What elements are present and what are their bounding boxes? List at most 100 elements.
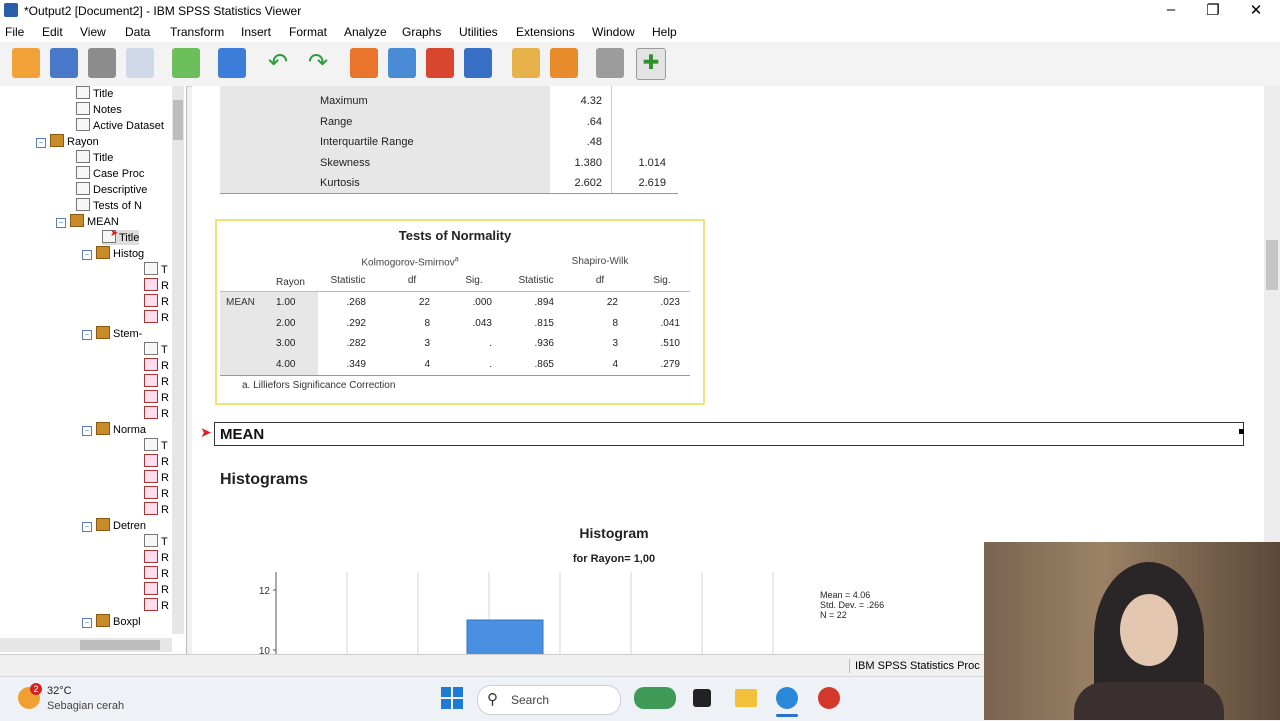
outline-item[interactable]: R (144, 278, 169, 293)
current-item-arrow-icon: ➤ (200, 424, 212, 440)
variables-icon[interactable] (464, 48, 492, 78)
outline-item[interactable]: Title (102, 230, 140, 245)
restore-icon[interactable]: ❐ (1198, 1, 1228, 19)
collapse-icon[interactable]: − (82, 522, 92, 532)
outline-item[interactable]: Title (76, 150, 113, 165)
taskbar-widget-icon[interactable] (634, 687, 676, 709)
export-icon[interactable] (172, 48, 200, 78)
collapse-icon[interactable]: − (82, 330, 92, 340)
outline-item[interactable]: − Boxpl (82, 614, 141, 629)
collapse-icon[interactable]: − (82, 250, 92, 260)
chrome-icon[interactable] (818, 687, 840, 709)
outline-item[interactable]: R (144, 390, 169, 405)
outline-item[interactable]: R (144, 358, 169, 373)
outline-item-label: R (161, 600, 169, 612)
outline-item[interactable]: − Detren (82, 518, 146, 533)
undo-icon[interactable]: ↶ (264, 48, 292, 78)
outline-item[interactable]: R (144, 566, 169, 581)
outline-item[interactable]: R (144, 294, 169, 309)
outline-item[interactable]: − Histog (82, 246, 144, 261)
descriptives-statistic: .64 (586, 115, 602, 128)
outline-item[interactable]: Title (76, 86, 113, 101)
minimize-icon[interactable]: – (1156, 1, 1186, 18)
designate-window-icon[interactable] (512, 48, 540, 78)
outline-item[interactable]: R (144, 582, 169, 597)
menu-insert[interactable]: Insert (241, 25, 271, 39)
collapse-icon[interactable]: − (82, 426, 92, 436)
outline-hscroll-thumb[interactable] (80, 640, 160, 650)
outline-item[interactable]: T (144, 342, 168, 357)
outline-item[interactable]: Active Dataset (76, 118, 164, 133)
goto-case-icon[interactable] (388, 48, 416, 78)
windows-start-icon[interactable] (441, 687, 463, 709)
menu-file[interactable]: File (5, 25, 24, 39)
mean-heading-handle[interactable] (1239, 429, 1244, 434)
outline-item[interactable]: − Stem- (82, 326, 142, 341)
goto-variable-icon[interactable] (426, 48, 454, 78)
output-scroll-thumb[interactable] (1266, 240, 1278, 290)
outline-item[interactable]: − MEAN (56, 214, 119, 229)
normality-cell: .282 (346, 338, 366, 350)
menu-help[interactable]: Help (652, 25, 677, 39)
descriptives-row-label: Kurtosis (320, 177, 360, 189)
collapse-icon[interactable]: − (82, 618, 92, 628)
outline-item[interactable]: T (144, 534, 168, 549)
outline-item[interactable]: R (144, 502, 169, 517)
recall-dialog-icon[interactable] (218, 48, 246, 78)
normality-cell: .936 (534, 338, 554, 350)
menu-extensions[interactable]: Extensions (516, 25, 575, 39)
menu-transform[interactable]: Transform (170, 25, 224, 39)
menu-graphs[interactable]: Graphs (402, 25, 441, 39)
outline-item[interactable]: R (144, 310, 169, 325)
rayon-value: 3.00 (276, 338, 296, 350)
print-preview-icon[interactable] (126, 48, 154, 78)
outline-item[interactable]: R (144, 406, 169, 421)
menu-analyze[interactable]: Analyze (344, 25, 387, 39)
chart-title: Histogram (579, 525, 649, 541)
outline-item[interactable]: R (144, 454, 169, 469)
normality-cell: .041 (660, 317, 680, 329)
outline-item-label: R (161, 472, 169, 484)
add-icon[interactable]: ✚ (636, 48, 666, 80)
menu-view[interactable]: View (80, 25, 106, 39)
outline-vertical-scrollbar[interactable] (172, 86, 184, 634)
normality-col-header: Sig. (465, 275, 483, 286)
outline-item[interactable]: Tests of N (76, 198, 142, 213)
chart-icon (144, 454, 158, 467)
menu-data[interactable]: Data (125, 25, 150, 39)
chart-icon (144, 390, 158, 403)
browser-icon[interactable] (776, 687, 798, 709)
outline-item[interactable]: T (144, 438, 168, 453)
menu-format[interactable]: Format (289, 25, 327, 39)
hide-icon[interactable] (596, 48, 624, 78)
print-icon[interactable] (88, 48, 116, 78)
outline-item[interactable]: − Rayon (36, 134, 99, 149)
goto-data-icon[interactable] (350, 48, 378, 78)
mean-heading-box[interactable] (214, 422, 1244, 446)
outline-item[interactable]: Notes (76, 102, 122, 117)
outline-item[interactable]: R (144, 374, 169, 389)
outline-item[interactable]: R (144, 550, 169, 565)
outline-item[interactable]: Case Proc (76, 166, 144, 181)
outline-item[interactable]: R (144, 598, 169, 613)
outline-item[interactable]: R (144, 470, 169, 485)
open-folder-icon[interactable] (12, 48, 40, 78)
close-icon[interactable]: ✕ (1241, 1, 1271, 19)
outline-item[interactable]: − Norma (82, 422, 146, 437)
page-icon (144, 534, 158, 547)
collapse-icon[interactable]: − (56, 218, 66, 228)
taskbar-app-icon[interactable] (693, 689, 711, 707)
outline-scroll-thumb[interactable] (173, 100, 183, 140)
outline-item[interactable]: T (144, 262, 168, 277)
collapse-icon[interactable]: − (36, 138, 46, 148)
menu-window[interactable]: Window (592, 25, 635, 39)
outline-item[interactable]: R (144, 486, 169, 501)
menu-utilities[interactable]: Utilities (459, 25, 498, 39)
show-all-icon[interactable] (550, 48, 578, 78)
file-explorer-icon[interactable] (735, 689, 757, 707)
taskbar-search-box[interactable]: ⚲ Search (477, 685, 621, 715)
save-icon[interactable] (50, 48, 78, 78)
outline-item[interactable]: Descriptive (76, 182, 147, 197)
redo-icon[interactable]: ↷ (304, 48, 332, 78)
menu-edit[interactable]: Edit (42, 25, 63, 39)
